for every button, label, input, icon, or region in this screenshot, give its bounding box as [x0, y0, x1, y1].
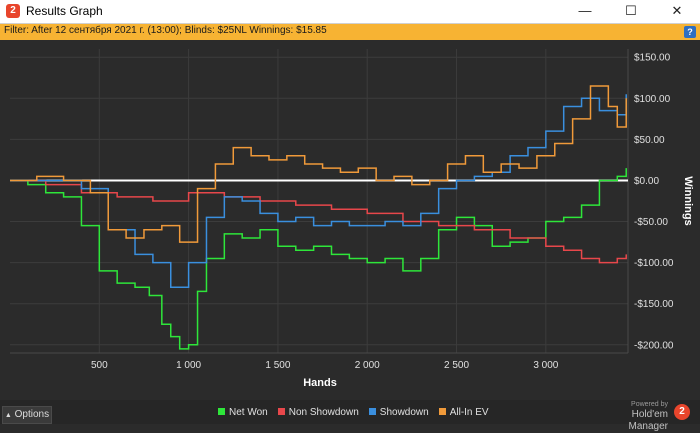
chart-grid — [10, 49, 629, 354]
legend-item-non-showdown[interactable]: Non Showdown — [277, 407, 359, 418]
x-tick-label: 1 500 — [265, 360, 290, 371]
chart-legend: Net Won Non Showdown Showdown All-In EV — [218, 407, 499, 421]
x-axis-label: Hands — [303, 377, 337, 389]
y-axis-label: Winnings — [682, 176, 694, 225]
brand-text: Powered by Hold'em Manager — [596, 400, 668, 433]
legend-label: All-In EV — [449, 407, 489, 418]
minimize-button[interactable]: — — [562, 0, 608, 23]
chevron-up-icon: ▲ — [4, 412, 12, 419]
y-tick-label: -$200.00 — [634, 340, 674, 351]
legend-swatch — [218, 408, 225, 415]
filter-summary: Filter: After 12 сентября 2021 г. (13:00… — [4, 25, 327, 36]
x-tick-label: 3 000 — [533, 360, 558, 371]
y-tick-label: -$50.00 — [634, 217, 668, 228]
brand-name: Hold'em Manager — [628, 409, 668, 432]
app-logo-icon: 2 — [6, 4, 20, 18]
legend-label: Showdown — [379, 407, 429, 418]
maximize-button[interactable]: ☐ — [608, 0, 654, 23]
y-tick-label: $100.00 — [634, 94, 671, 105]
y-tick-label: $0.00 — [634, 176, 659, 187]
brand-logo-icon: 2 — [674, 404, 690, 420]
legend-label: Net Won — [229, 407, 268, 418]
legend-item-all-in-ev[interactable]: All-In EV — [438, 407, 489, 418]
help-icon[interactable]: ? — [684, 26, 696, 38]
window-title: Results Graph — [26, 4, 103, 18]
title-bar: 2 Results Graph — ☐ ✕ — [0, 0, 700, 24]
y-tick-label: $50.00 — [634, 135, 665, 146]
x-tick-label: 500 — [91, 360, 108, 371]
results-chart: $150.00 $100.00 $50.00 $0.00 -$50.00 -$100.00… — [10, 49, 694, 389]
brand-powered-by: Powered by — [631, 401, 668, 408]
series-line-net-won — [10, 168, 627, 350]
legend-label: Non Showdown — [288, 407, 359, 418]
chart-ticks: $150.00 $100.00 $50.00 $0.00 -$50.00 -$100.00… — [91, 53, 674, 371]
legend-swatch — [277, 408, 285, 415]
filter-bar: Filter: After 12 сентября 2021 г. (13:00… — [0, 24, 700, 40]
close-button[interactable]: ✕ — [654, 0, 700, 23]
legend-swatch — [438, 408, 446, 415]
y-tick-label: $150.00 — [634, 53, 671, 64]
legend-item-net-won[interactable]: Net Won — [218, 407, 268, 418]
options-label: Options — [14, 409, 50, 420]
series-line-all-in-ev — [10, 85, 627, 243]
legend-swatch — [368, 408, 376, 415]
options-button[interactable]: ▲ Options — [2, 406, 52, 424]
x-tick-label: 1 000 — [176, 360, 201, 371]
x-tick-label: 2 500 — [444, 360, 469, 371]
series-line-showdown — [10, 94, 627, 289]
x-tick-label: 2 000 — [355, 360, 380, 371]
y-tick-label: -$100.00 — [634, 258, 674, 269]
chart-series — [10, 85, 627, 350]
legend-item-showdown[interactable]: Showdown — [368, 407, 429, 418]
y-tick-label: -$150.00 — [634, 299, 674, 310]
